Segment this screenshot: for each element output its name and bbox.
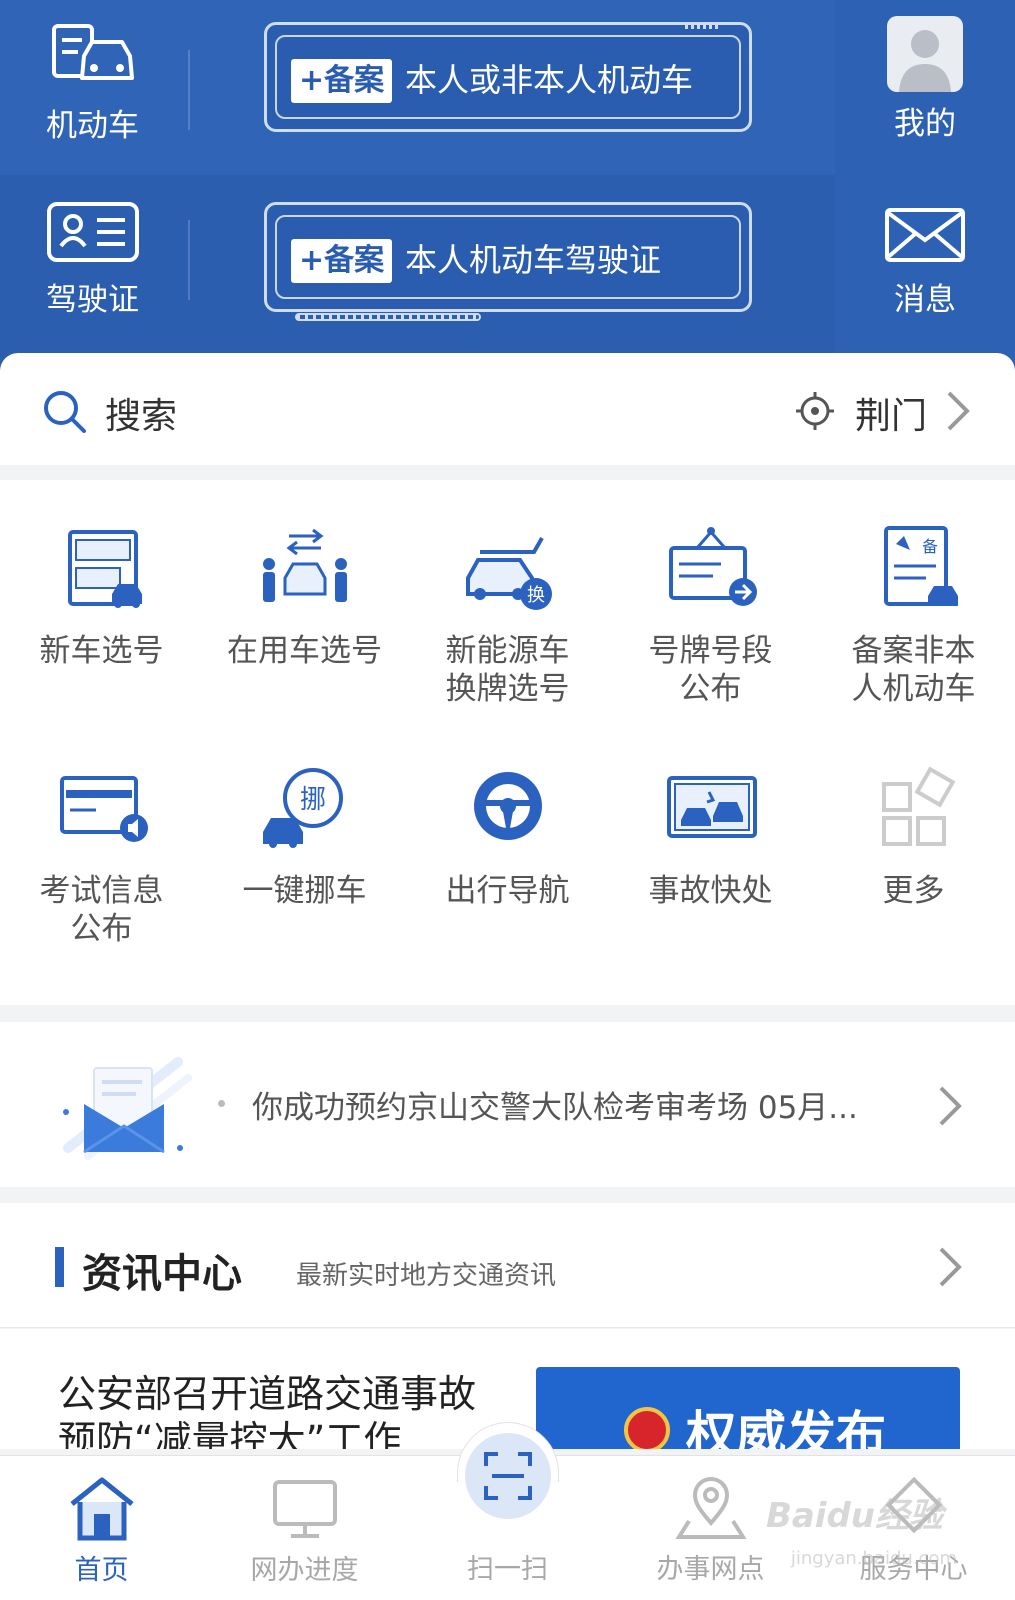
service-ev-plate[interactable]: 换 新能源车换牌选号 bbox=[406, 522, 609, 708]
news-item-title: 公安部召开道路交通事故预防“减量控大”工作 bbox=[58, 1372, 477, 1449]
tab-progress[interactable]: 网办进度 bbox=[203, 1456, 406, 1600]
used-car-plate-icon bbox=[255, 522, 355, 612]
news-section-header[interactable]: 资讯中心 最新实时地方交通资讯 bbox=[0, 1203, 1015, 1328]
card-decoration bbox=[295, 313, 481, 321]
chevron-right-icon bbox=[939, 1247, 962, 1287]
watermark-url: jingyan.baidu.com bbox=[790, 1548, 957, 1569]
register-tag: +备案 bbox=[291, 59, 393, 103]
service-label: 在用车选号 bbox=[227, 633, 382, 669]
service-label: 出行导航 bbox=[445, 873, 570, 909]
register-license-card[interactable]: +备案 本人机动车驾驶证 bbox=[264, 202, 752, 321]
news-thumbnail-text: 权威发布 bbox=[686, 1405, 886, 1449]
service-exam-info[interactable]: 考试信息公布 bbox=[0, 762, 203, 948]
service-navigation[interactable]: 出行导航 bbox=[406, 762, 609, 910]
vehicle-entry[interactable]: 机动车 bbox=[0, 22, 185, 145]
monitor-icon bbox=[273, 1480, 337, 1538]
messages-entry[interactable]: 消息 bbox=[835, 206, 1015, 319]
accident-icon bbox=[661, 762, 761, 852]
header-right-column: 我的 消息 bbox=[835, 0, 1015, 370]
register-vehicle-card[interactable]: +备案 本人或非本人机动车 bbox=[264, 22, 752, 132]
chevron-right-icon bbox=[947, 391, 970, 431]
service-new-car-plate[interactable]: 新车选号 bbox=[0, 522, 203, 670]
search-input[interactable]: 搜索 bbox=[105, 387, 177, 439]
service-accident[interactable]: 事故快处 bbox=[609, 762, 812, 910]
news-title: 资讯中心 bbox=[82, 1251, 242, 1297]
location-selector[interactable]: 荆门 bbox=[855, 387, 927, 439]
vehicle-label: 机动车 bbox=[46, 108, 139, 144]
license-icon bbox=[46, 202, 139, 262]
navigation-icon bbox=[458, 762, 558, 852]
service-label: 号牌号段公布 bbox=[648, 633, 773, 707]
home-icon bbox=[70, 1477, 134, 1541]
plate-range-icon bbox=[661, 522, 761, 612]
register-other-vehicle-icon: 备 bbox=[864, 522, 964, 612]
chevron-right-icon bbox=[939, 1086, 962, 1126]
more-icon bbox=[864, 762, 964, 852]
header-divider bbox=[188, 50, 190, 130]
service-label: 新车选号 bbox=[39, 633, 164, 669]
service-more[interactable]: 更多 bbox=[812, 762, 1015, 910]
header-banner: 机动车 驾驶证 +备案 本人或非本人机动车 +备案 本人机动车驾驶证 我的 消息 bbox=[0, 0, 1015, 370]
notification-banner[interactable]: 你成功预约京山交警大队检考审考场 05月... bbox=[0, 1022, 1015, 1187]
move-car-icon: 挪 bbox=[255, 762, 355, 852]
new-car-plate-icon bbox=[52, 522, 152, 612]
register-tag: +备案 bbox=[291, 239, 393, 283]
service-move-car[interactable]: 挪 一键挪车 bbox=[203, 762, 406, 910]
tab-home[interactable]: 首页 bbox=[0, 1456, 203, 1600]
scan-icon bbox=[484, 1452, 532, 1500]
ev-plate-icon: 换 bbox=[458, 522, 558, 612]
header-left-column: 机动车 驾驶证 bbox=[0, 0, 190, 370]
service-grid: 新车选号 在用车选号 换 新能源车换牌选号 号牌号段公布 备 备案非本人机动车 … bbox=[0, 480, 1015, 1005]
profile-label: 我的 bbox=[894, 106, 956, 142]
search-icon bbox=[44, 391, 86, 433]
service-label: 考试信息公布 bbox=[39, 873, 164, 947]
avatar-icon bbox=[887, 16, 963, 92]
notice-bullet bbox=[218, 1100, 225, 1107]
register-vehicle-text: 本人或非本人机动车 bbox=[405, 61, 694, 99]
app-screen: { "header": { "left": [ {"label": "机动车",… bbox=[0, 0, 1015, 1600]
license-entry[interactable]: 驾驶证 bbox=[0, 200, 185, 319]
tab-scan[interactable] bbox=[465, 1433, 551, 1519]
service-register-other-vehicle[interactable]: 备 备案非本人机动车 bbox=[812, 522, 1015, 708]
locate-icon bbox=[796, 392, 834, 430]
service-plate-range[interactable]: 号牌号段公布 bbox=[609, 522, 812, 708]
police-emblem-icon bbox=[624, 1407, 670, 1449]
service-label: 备案非本人机动车 bbox=[851, 633, 976, 707]
tab-label: 首页 bbox=[74, 1555, 129, 1586]
profile-entry[interactable]: 我的 bbox=[835, 16, 1015, 143]
news-subtitle: 最新实时地方交通资讯 bbox=[296, 1261, 557, 1291]
svg-text:备: 备 bbox=[922, 537, 938, 556]
svg-text:换: 换 bbox=[527, 585, 545, 606]
exam-info-icon bbox=[52, 762, 152, 852]
register-license-text: 本人机动车驾驶证 bbox=[405, 241, 662, 279]
messages-label: 消息 bbox=[894, 282, 956, 318]
service-label: 事故快处 bbox=[648, 873, 773, 909]
license-label: 驾驶证 bbox=[46, 282, 139, 318]
section-marker bbox=[55, 1247, 64, 1287]
watermark-logo: Baidu经验 bbox=[765, 1496, 943, 1536]
service-label: 一键挪车 bbox=[242, 873, 367, 909]
header-divider bbox=[188, 220, 190, 300]
mail-icon bbox=[885, 208, 965, 262]
vehicle-icon bbox=[51, 24, 134, 80]
search-bar[interactable]: 搜索 荆门 bbox=[0, 353, 1015, 465]
tab-label: 网办进度 bbox=[250, 1555, 359, 1586]
service-label: 更多 bbox=[882, 873, 945, 909]
card-decoration bbox=[685, 23, 719, 29]
news-thumbnail: 权威发布 bbox=[536, 1367, 960, 1449]
svg-text:挪: 挪 bbox=[299, 785, 325, 815]
service-label: 新能源车换牌选号 bbox=[445, 633, 570, 707]
notice-text: 你成功预约京山交警大队检考审考场 05月... bbox=[252, 1090, 858, 1126]
envelope-icon bbox=[63, 1057, 192, 1160]
service-used-car-plate[interactable]: 在用车选号 bbox=[203, 522, 406, 670]
